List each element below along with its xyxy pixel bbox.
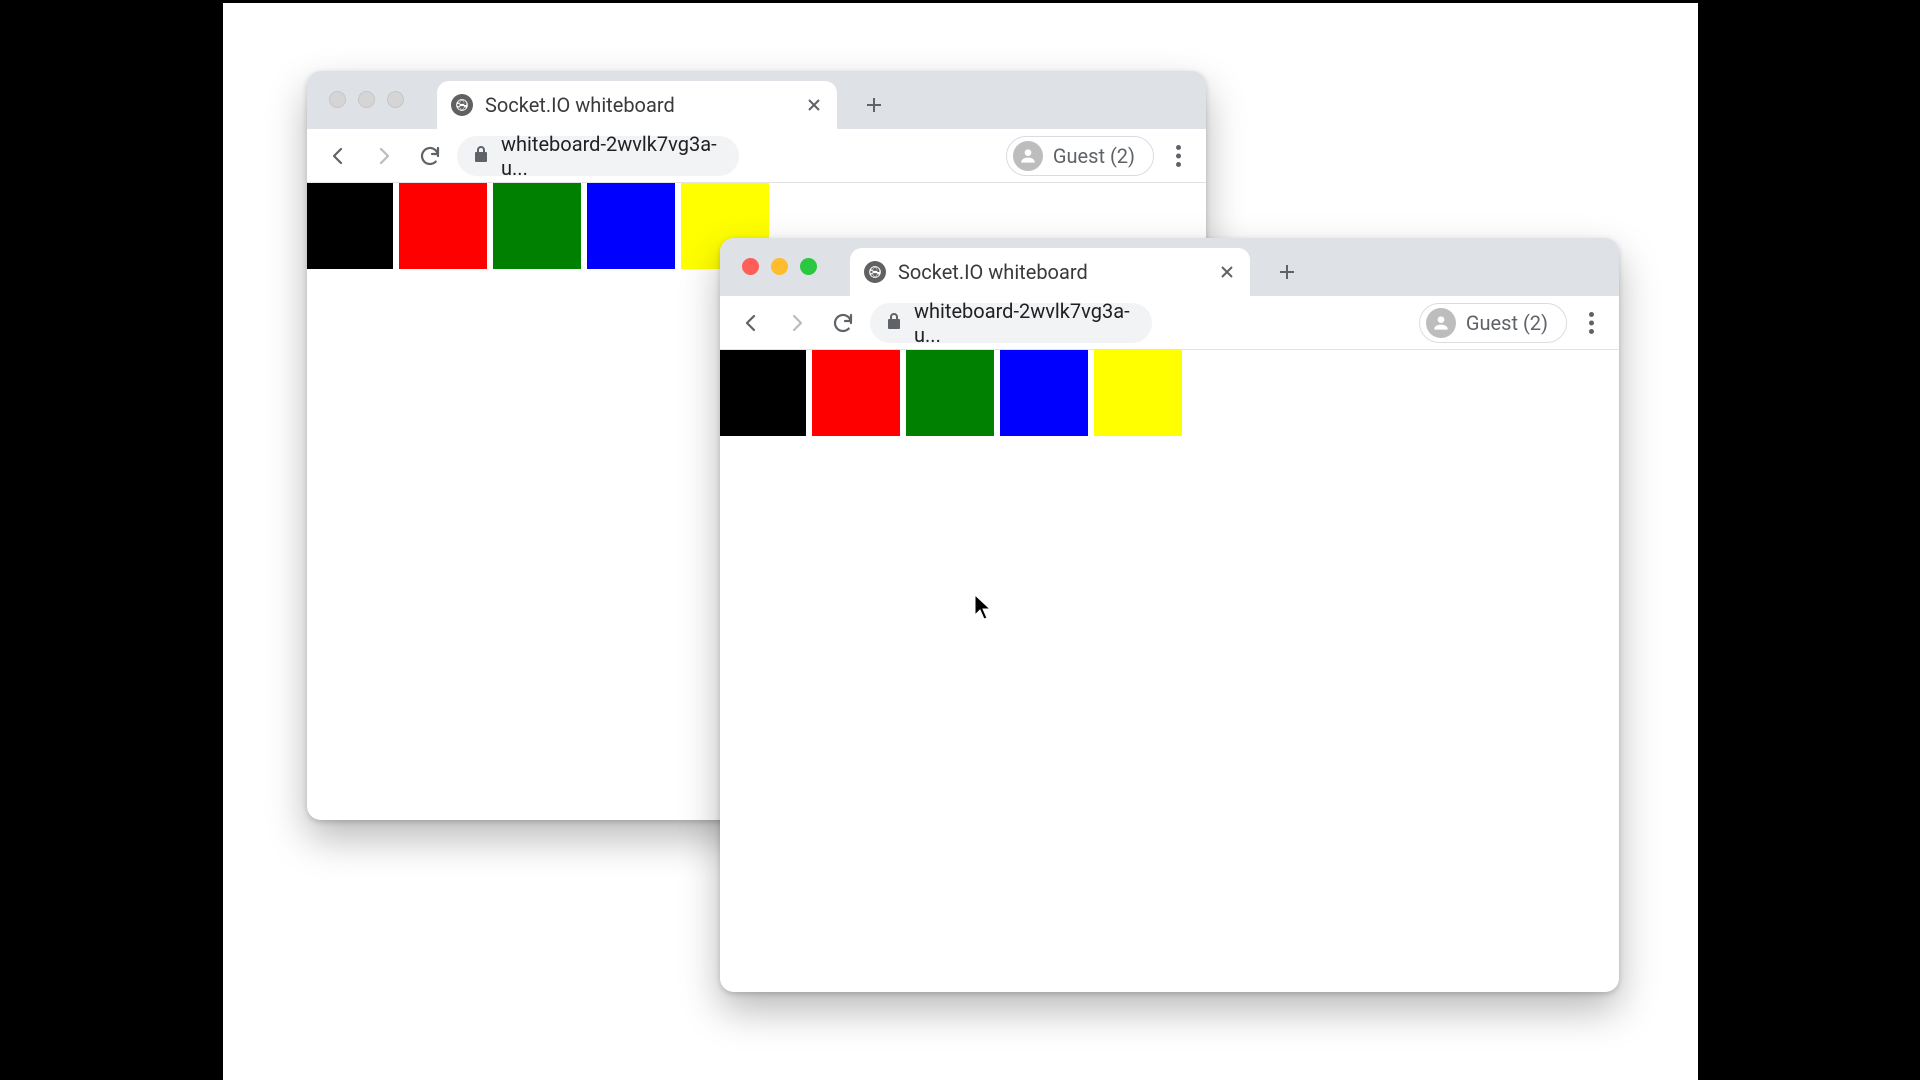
tab-strip: Socket.IO whiteboard: [720, 238, 1619, 296]
color-swatch-black[interactable]: [307, 183, 393, 269]
color-swatch-green[interactable]: [493, 183, 581, 269]
color-swatch-red[interactable]: [812, 350, 900, 436]
globe-icon: [451, 94, 473, 116]
menu-button[interactable]: [1575, 312, 1607, 334]
reload-button[interactable]: [411, 137, 449, 175]
profile-button[interactable]: Guest (2): [1006, 136, 1154, 176]
profile-label: Guest (2): [1466, 311, 1548, 335]
browser-toolbar: whiteboard-2wvlk7vg3a-u... Guest (2): [720, 296, 1619, 350]
lock-icon: [473, 144, 489, 168]
forward-button[interactable]: [778, 304, 816, 342]
color-swatch-blue[interactable]: [1000, 350, 1088, 436]
close-tab-button[interactable]: [1218, 263, 1236, 281]
back-button[interactable]: [732, 304, 770, 342]
globe-icon: [864, 261, 886, 283]
browser-window-front: Socket.IO whiteboard whiteboard-2wvlk7vg…: [720, 238, 1619, 992]
window-maximize-button[interactable]: [387, 91, 404, 108]
window-close-button[interactable]: [329, 91, 346, 108]
profile-label: Guest (2): [1053, 144, 1135, 168]
address-bar[interactable]: whiteboard-2wvlk7vg3a-u...: [457, 136, 739, 176]
reload-button[interactable]: [824, 304, 862, 342]
close-tab-button[interactable]: [805, 96, 823, 114]
mouse-cursor-icon: [974, 594, 992, 620]
color-swatch-black[interactable]: [720, 350, 806, 436]
color-swatch-yellow[interactable]: [1094, 350, 1182, 436]
color-swatch-blue[interactable]: [587, 183, 675, 269]
tab-title: Socket.IO whiteboard: [898, 260, 1206, 284]
window-controls: [742, 258, 817, 275]
window-controls: [329, 91, 404, 108]
back-button[interactable]: [319, 137, 357, 175]
color-swatch-green[interactable]: [906, 350, 994, 436]
window-maximize-button[interactable]: [800, 258, 817, 275]
avatar-icon: [1426, 308, 1456, 338]
forward-button[interactable]: [365, 137, 403, 175]
avatar-icon: [1013, 141, 1043, 171]
url-text: whiteboard-2wvlk7vg3a-u...: [501, 132, 723, 180]
color-swatch-red[interactable]: [399, 183, 487, 269]
browser-toolbar: whiteboard-2wvlk7vg3a-u... Guest (2): [307, 129, 1206, 183]
window-minimize-button[interactable]: [358, 91, 375, 108]
color-palette: [307, 183, 769, 269]
color-palette: [720, 350, 1182, 436]
window-close-button[interactable]: [742, 258, 759, 275]
lock-icon: [886, 311, 902, 335]
tab-strip: Socket.IO whiteboard: [307, 71, 1206, 129]
whiteboard-canvas[interactable]: [720, 350, 1619, 992]
address-bar[interactable]: whiteboard-2wvlk7vg3a-u...: [870, 303, 1152, 343]
menu-button[interactable]: [1162, 145, 1194, 167]
new-tab-button[interactable]: [855, 86, 893, 124]
new-tab-button[interactable]: [1268, 253, 1306, 291]
window-minimize-button[interactable]: [771, 258, 788, 275]
profile-button[interactable]: Guest (2): [1419, 303, 1567, 343]
browser-tab[interactable]: Socket.IO whiteboard: [850, 248, 1250, 296]
tab-title: Socket.IO whiteboard: [485, 93, 793, 117]
browser-tab[interactable]: Socket.IO whiteboard: [437, 81, 837, 129]
url-text: whiteboard-2wvlk7vg3a-u...: [914, 299, 1136, 347]
